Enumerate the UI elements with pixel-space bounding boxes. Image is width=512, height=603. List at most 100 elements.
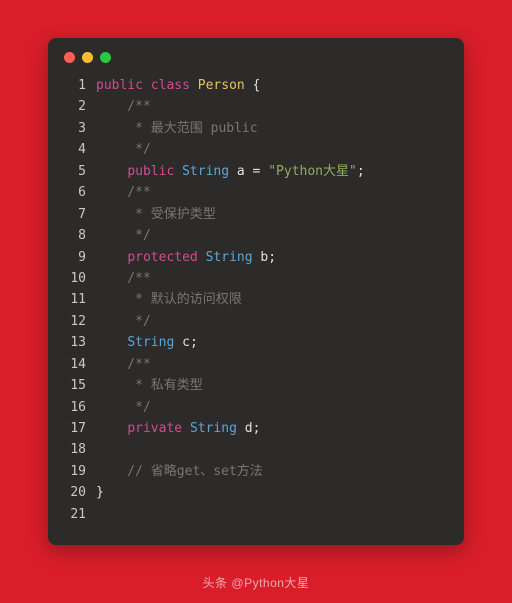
line-number: 9 [64,247,86,268]
code-line: 21 [64,504,448,525]
line-number: 14 [64,354,86,375]
line-content: * 受保护类型 [96,204,448,225]
line-content: private String d; [96,418,448,439]
line-content: */ [96,225,448,246]
token-punc [174,335,182,350]
token-punc [174,164,182,179]
token-cmt: */ [96,314,151,329]
line-content: * 私有类型 [96,375,448,396]
minimize-icon[interactable] [82,52,93,63]
code-line: 4 */ [64,139,448,160]
line-number: 15 [64,375,86,396]
token-punc: ; [268,250,276,265]
token-typ: String [127,335,174,350]
token-cmt: */ [96,228,151,243]
line-content: String c; [96,332,448,353]
watermark: 头条 @Python大星 [0,574,512,591]
token-cmt: * 受保护类型 [96,207,216,222]
token-punc: = [245,164,268,179]
code-line: 3 * 最大范围 public [64,118,448,139]
token-punc [96,335,127,350]
token-typ: String [182,164,229,179]
token-cmt: // 省略get、set方法 [96,464,263,479]
token-cmt: /** [96,99,151,114]
code-line: 7 * 受保护类型 [64,204,448,225]
close-icon[interactable] [64,52,75,63]
line-content: /** [96,354,448,375]
token-punc: } [96,485,104,500]
code-line: 6 /** [64,182,448,203]
code-line: 19 // 省略get、set方法 [64,461,448,482]
token-kw: private [127,421,182,436]
line-number: 1 [64,75,86,96]
line-number: 16 [64,397,86,418]
token-var: c [182,335,190,350]
token-cmt: /** [96,357,151,372]
token-punc: ; [190,335,198,350]
token-punc: { [245,78,261,93]
token-str: "Python大星" [268,164,357,179]
code-block: 1public class Person {2 /**3 * 最大范围 publ… [64,75,448,525]
maximize-icon[interactable] [100,52,111,63]
token-typ: String [190,421,237,436]
token-punc [96,164,127,179]
token-cmt: * 私有类型 [96,378,203,393]
line-content: */ [96,311,448,332]
line-content: } [96,482,448,503]
line-content: /** [96,96,448,117]
line-content: public String a = "Python大星"; [96,161,448,182]
window-titlebar [64,52,448,63]
code-line: 16 */ [64,397,448,418]
code-line: 20} [64,482,448,503]
token-punc [182,421,190,436]
line-content: */ [96,139,448,160]
code-line: 15 * 私有类型 [64,375,448,396]
line-content: * 默认的访问权限 [96,289,448,310]
token-cmt: /** [96,271,151,286]
token-punc: ; [357,164,365,179]
token-kw: protected [127,250,197,265]
token-cmt: */ [96,142,151,157]
line-number: 3 [64,118,86,139]
line-number: 12 [64,311,86,332]
code-line: 9 protected String b; [64,247,448,268]
token-cmt: * 最大范围 public [96,121,258,136]
code-line: 2 /** [64,96,448,117]
line-number: 5 [64,161,86,182]
code-line: 17 private String d; [64,418,448,439]
code-line: 18 [64,439,448,460]
token-punc [143,78,151,93]
line-content: protected String b; [96,247,448,268]
line-number: 11 [64,289,86,310]
code-line: 12 */ [64,311,448,332]
line-content [96,439,448,460]
line-number: 17 [64,418,86,439]
line-number: 18 [64,439,86,460]
token-cmt: /** [96,185,151,200]
line-number: 21 [64,504,86,525]
code-line: 5 public String a = "Python大星"; [64,161,448,182]
line-number: 20 [64,482,86,503]
token-kw: public [127,164,174,179]
line-number: 6 [64,182,86,203]
code-line: 14 /** [64,354,448,375]
line-content: * 最大范围 public [96,118,448,139]
code-line: 11 * 默认的访问权限 [64,289,448,310]
token-cls: Person [198,78,245,93]
line-content: // 省略get、set方法 [96,461,448,482]
token-var: d [245,421,253,436]
line-number: 7 [64,204,86,225]
token-punc: ; [253,421,261,436]
token-punc [198,250,206,265]
line-number: 2 [64,96,86,117]
token-punc [237,421,245,436]
line-content: public class Person { [96,75,448,96]
token-cmt: * 默认的访问权限 [96,292,242,307]
code-window: 1public class Person {2 /**3 * 最大范围 publ… [48,38,464,545]
code-line: 8 */ [64,225,448,246]
line-number: 10 [64,268,86,289]
line-number: 13 [64,332,86,353]
line-number: 8 [64,225,86,246]
line-content: */ [96,397,448,418]
line-number: 4 [64,139,86,160]
